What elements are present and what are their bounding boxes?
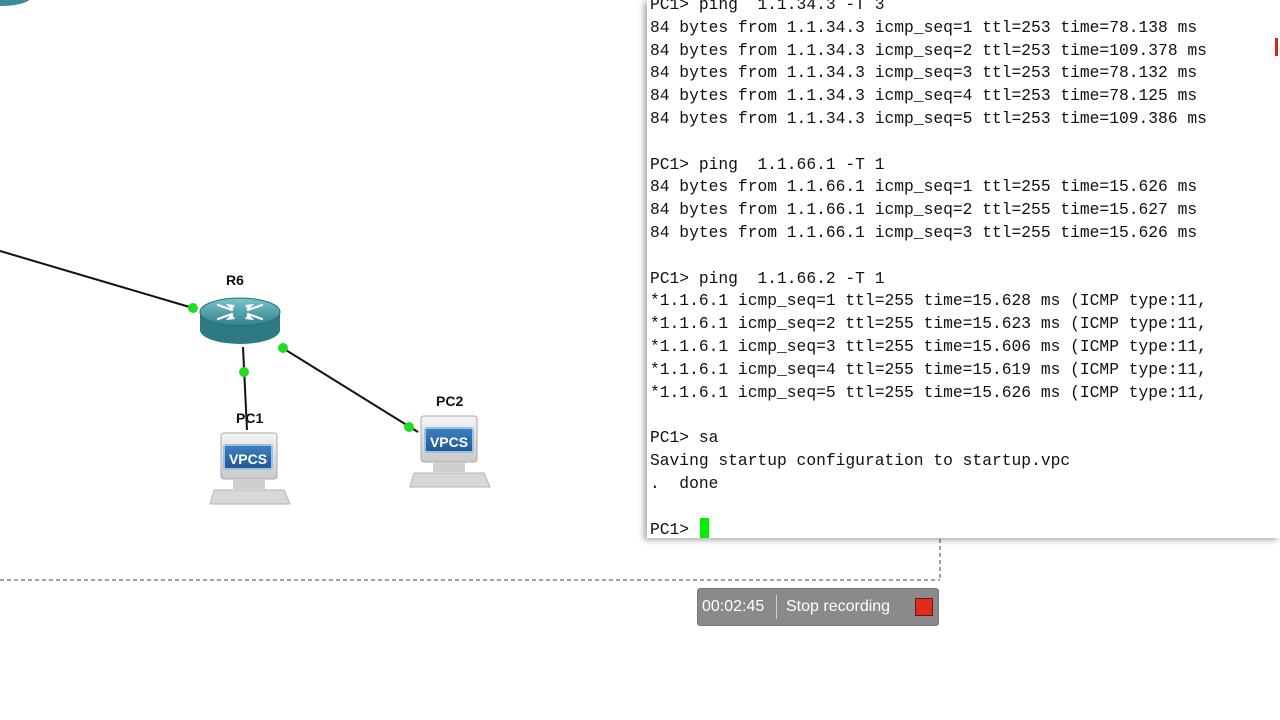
- terminal-line: 84 bytes from 1.1.34.3 icmp_seq=3 ttl=25…: [650, 63, 1198, 83]
- terminal-line: 84 bytes from 1.1.66.1 icmp_seq=2 ttl=25…: [650, 200, 1198, 220]
- stop-recording-button[interactable]: Stop recording: [786, 598, 915, 616]
- terminal-line: 84 bytes from 1.1.34.3 icmp_seq=1 ttl=25…: [650, 17, 1198, 37]
- offscreen-router-icon[interactable]: [0, 0, 34, 6]
- terminal-line: 84 bytes from 1.1.66.1 icmp_seq=1 ttl=25…: [650, 177, 1198, 197]
- terminal-line: *1.1.6.1 icmp_seq=4 ttl=255 time=15.619 …: [650, 359, 1207, 379]
- link-r6-upstream[interactable]: [0, 250, 194, 309]
- terminal-line: Saving startup configuration to startup.…: [650, 450, 1071, 470]
- recording-timer: 00:02:45: [702, 598, 765, 615]
- console-terminal-window[interactable]: PC1> ping 1.1.34.3 -T 3 84 bytes from 1.1…: [647, 0, 1280, 538]
- pc1-vpcs-badge: VPCS: [223, 444, 273, 470]
- text-cursor: [699, 518, 709, 538]
- terminal-line: PC1> sa: [650, 428, 719, 448]
- terminal-line: PC1> ping 1.1.34.3 -T 3: [650, 0, 885, 14]
- terminal-line: *1.1.6.1 icmp_seq=2 ttl=255 time=15.623 …: [650, 314, 1207, 334]
- link-status-dot: [188, 303, 198, 313]
- link-status-dot: [239, 367, 249, 377]
- link-status-dot: [278, 343, 288, 353]
- pc1-label: PC1: [236, 410, 264, 426]
- terminal-line: 84 bytes from 1.1.66.1 icmp_seq=3 ttl=25…: [650, 222, 1198, 242]
- link-status-dot: [404, 422, 414, 432]
- terminal-prompt: PC1>: [650, 520, 699, 538]
- terminal-line: 84 bytes from 1.1.34.3 icmp_seq=2 ttl=25…: [650, 40, 1207, 60]
- terminal-line: PC1> ping 1.1.66.2 -T 1: [650, 268, 885, 288]
- link-r6-pc2[interactable]: [280, 346, 419, 433]
- terminal-line: PC1> ping 1.1.66.1 -T 1: [650, 154, 885, 174]
- pc2-label: PC2: [436, 393, 464, 409]
- stop-square-icon[interactable]: [915, 598, 933, 616]
- router-label: R6: [226, 272, 244, 288]
- terminal-line: *1.1.6.1 icmp_seq=1 ttl=255 time=15.628 …: [650, 291, 1207, 311]
- terminal-line: 84 bytes from 1.1.34.3 icmp_seq=5 ttl=25…: [650, 108, 1207, 128]
- recording-toolbar: 00:02:45 Stop recording: [697, 588, 939, 626]
- terminal-line: 84 bytes from 1.1.34.3 icmp_seq=4 ttl=25…: [650, 86, 1198, 106]
- toolbar-divider: [776, 595, 777, 619]
- pc2-vpcs-badge: VPCS: [424, 427, 474, 453]
- terminal-line: . done: [650, 473, 719, 493]
- router-r6-icon[interactable]: [199, 297, 281, 344]
- terminal-output: PC1> ping 1.1.34.3 -T 3 84 bytes from 1.1…: [650, 0, 1207, 538]
- terminal-line: *1.1.6.1 icmp_seq=5 ttl=255 time=15.626 …: [650, 382, 1207, 402]
- scrollbar-marker[interactable]: [1275, 38, 1278, 56]
- terminal-prompt-line[interactable]: PC1>: [650, 518, 1207, 538]
- terminal-line: *1.1.6.1 icmp_seq=3 ttl=255 time=15.606 …: [650, 336, 1207, 356]
